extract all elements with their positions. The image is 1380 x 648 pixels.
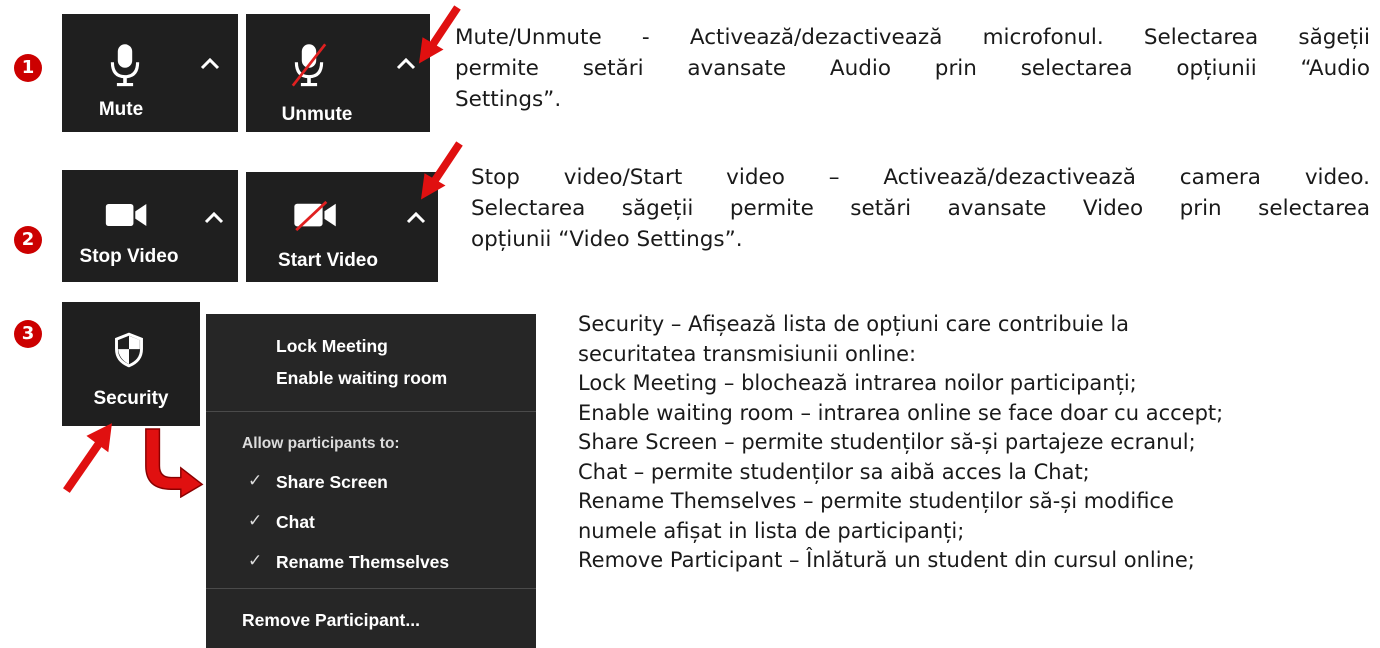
shield-icon <box>115 332 143 368</box>
stop-video-button[interactable]: Stop Video <box>62 170 238 282</box>
menu-header-allow-participants: Allow participants to: <box>242 435 400 452</box>
start-video-label: Start Video <box>278 250 378 271</box>
chevron-up-icon[interactable] <box>406 212 426 224</box>
security-description: Security – Afișează lista de opțiuni car… <box>578 310 1223 576</box>
security-description-line-8: numele afișat in lista de participanți; <box>578 518 965 543</box>
security-description-line-7: Rename Themselves – permite studenților … <box>578 489 1174 513</box>
video-camera-off-icon <box>294 200 336 232</box>
unmute-label: Unmute <box>281 104 353 125</box>
audio-description-line-2: permite setări avansate Audio prin selec… <box>455 56 1370 81</box>
menu-item-rename-themselves[interactable]: Rename Themselves <box>276 552 449 573</box>
security-description-line-1: Security – Afișează lista de opțiuni car… <box>578 312 1130 336</box>
security-description-line-6: Chat – permite studenților sa aibă acces… <box>578 459 1090 484</box>
red-arrow-icon <box>63 423 112 493</box>
chevron-up-icon[interactable] <box>200 58 220 70</box>
menu-item-chat[interactable]: Chat <box>276 512 315 533</box>
check-icon: ✓ <box>248 471 263 490</box>
menu-item-enable-waiting-room[interactable]: Enable waiting room <box>276 368 447 389</box>
security-description-line-2: securitatea transmisiunii online: <box>578 341 917 366</box>
security-label: Security <box>93 388 169 409</box>
menu-separator <box>206 411 536 412</box>
security-description-line-4: Enable waiting room – intrarea online se… <box>578 400 1224 425</box>
audio-description: Mute/Unmute - Activează/dezactivează mic… <box>455 22 1370 115</box>
security-description-line-3: Lock Meeting – blochează intrarea noilor… <box>578 371 1137 395</box>
step-3-badge: 3 <box>14 320 42 348</box>
stop-video-label: Stop Video <box>79 246 179 267</box>
video-description-line-1: Stop video/Start video – Activează/dezac… <box>471 165 1370 190</box>
chevron-up-icon[interactable] <box>204 212 224 224</box>
microphone-icon <box>110 44 140 87</box>
security-menu: Lock Meeting Enable waiting room Allow p… <box>206 314 536 648</box>
menu-item-remove-participant[interactable]: Remove Participant... <box>242 610 420 631</box>
video-camera-icon <box>105 203 147 227</box>
microphone-muted-icon <box>291 43 327 87</box>
menu-separator <box>206 588 536 589</box>
video-description-line-2: Selectarea săgeții permite setări avansa… <box>471 196 1370 221</box>
curved-arrow-icon <box>145 428 204 498</box>
step-1-badge: 1 <box>14 54 42 82</box>
security-description-line-9: Remove Participant – Înlătură un student… <box>578 548 1195 572</box>
security-description-line-5: Share Screen – permite studenților să-și… <box>578 430 1196 454</box>
start-video-button[interactable]: Start Video <box>246 172 438 282</box>
security-button[interactable]: Security <box>62 302 200 426</box>
menu-item-lock-meeting[interactable]: Lock Meeting <box>276 336 388 357</box>
unmute-button[interactable]: Unmute <box>246 14 430 132</box>
menu-item-share-screen[interactable]: Share Screen <box>276 472 388 493</box>
audio-description-line-1: Mute/Unmute - Activează/dezactivează mic… <box>455 25 1370 50</box>
check-icon: ✓ <box>248 551 263 570</box>
video-description: Stop video/Start video – Activează/dezac… <box>471 162 1370 255</box>
video-description-line-3: opțiunii “Video Settings”. <box>471 227 743 252</box>
mute-label: Mute <box>98 99 144 120</box>
audio-description-line-3: Settings”. <box>455 87 562 112</box>
check-icon: ✓ <box>248 511 263 530</box>
red-arrow-icon <box>421 141 463 200</box>
